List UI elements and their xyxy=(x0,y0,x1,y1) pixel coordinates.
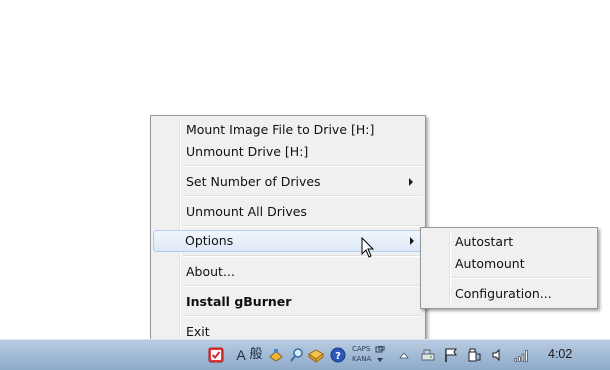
menu-item-label: Unmount Drive [H:] xyxy=(186,144,309,159)
menu-item-options[interactable]: Options xyxy=(153,230,423,252)
menu-separator xyxy=(182,285,422,287)
menu-separator xyxy=(182,165,422,167)
network-signal-icon[interactable] xyxy=(514,347,530,363)
options-submenu: Autostart Automount Configuration... xyxy=(420,227,598,309)
network-drive-icon[interactable] xyxy=(420,347,436,363)
menu-item-set-number-of-drives[interactable]: Set Number of Drives xyxy=(153,170,423,192)
caps-kana-indicator: CAPS KANA xyxy=(352,344,371,364)
submenu-arrow-icon xyxy=(410,237,414,245)
volume-icon[interactable] xyxy=(490,347,506,363)
submenu-item-autostart[interactable]: Autostart xyxy=(423,230,595,252)
menu-item-mount-image[interactable]: Mount Image File to Drive [H:] xyxy=(153,118,423,140)
ime-kanji-icon[interactable]: 般 xyxy=(248,347,264,363)
menu-item-label: Configuration... xyxy=(455,286,552,301)
gburner-tray-icon[interactable] xyxy=(208,347,224,363)
submenu-item-automount[interactable]: Automount xyxy=(423,252,595,274)
ime-tool-icon[interactable] xyxy=(268,347,284,363)
ime-kanji-label: 般 xyxy=(249,347,263,362)
ime-mode-label: A xyxy=(236,347,246,363)
caps-label: CAPS xyxy=(352,345,371,353)
menu-separator xyxy=(182,195,422,197)
svg-text:?: ? xyxy=(335,351,341,362)
menu-separator xyxy=(182,255,422,257)
submenu-item-configuration[interactable]: Configuration... xyxy=(423,282,595,304)
menu-item-label: About... xyxy=(186,264,235,279)
menu-separator xyxy=(182,315,422,317)
ime-pad-icon[interactable] xyxy=(308,347,324,363)
menu-separator xyxy=(182,225,422,227)
menu-item-label: Mount Image File to Drive [H:] xyxy=(186,122,375,137)
menu-item-label: Install gBurner xyxy=(186,294,292,309)
menu-item-label: Unmount All Drives xyxy=(186,204,307,219)
menu-item-about[interactable]: About... xyxy=(153,260,423,282)
taskbar-clock[interactable]: 4:02 xyxy=(548,347,572,361)
help-icon[interactable]: ? xyxy=(330,347,346,363)
mouse-cursor-icon xyxy=(361,237,375,258)
context-menu: Mount Image File to Drive [H:] Unmount D… xyxy=(150,115,426,344)
ime-options-icon[interactable] xyxy=(374,344,386,364)
safely-remove-hardware-icon[interactable] xyxy=(466,347,482,363)
menu-item-label: Automount xyxy=(455,256,525,271)
submenu-arrow-icon xyxy=(409,178,413,186)
menu-separator xyxy=(452,277,594,279)
menu-item-unmount-all-drives[interactable]: Unmount All Drives xyxy=(153,200,423,222)
menu-item-label: Autostart xyxy=(455,234,514,249)
ime-search-icon[interactable] xyxy=(289,347,305,363)
show-hidden-icons-icon[interactable] xyxy=(396,347,412,363)
menu-item-label: Options xyxy=(185,233,234,248)
kana-label: KANA xyxy=(352,355,372,363)
taskbar: A 般 ? CAPS KANA 4:02 xyxy=(0,339,610,370)
ime-input-mode-icon[interactable]: A xyxy=(233,347,249,363)
action-center-flag-icon[interactable] xyxy=(443,347,459,363)
menu-item-install-gburner[interactable]: Install gBurner xyxy=(153,290,423,312)
menu-item-unmount-drive[interactable]: Unmount Drive [H:] xyxy=(153,140,423,162)
menu-item-label: Set Number of Drives xyxy=(186,174,321,189)
